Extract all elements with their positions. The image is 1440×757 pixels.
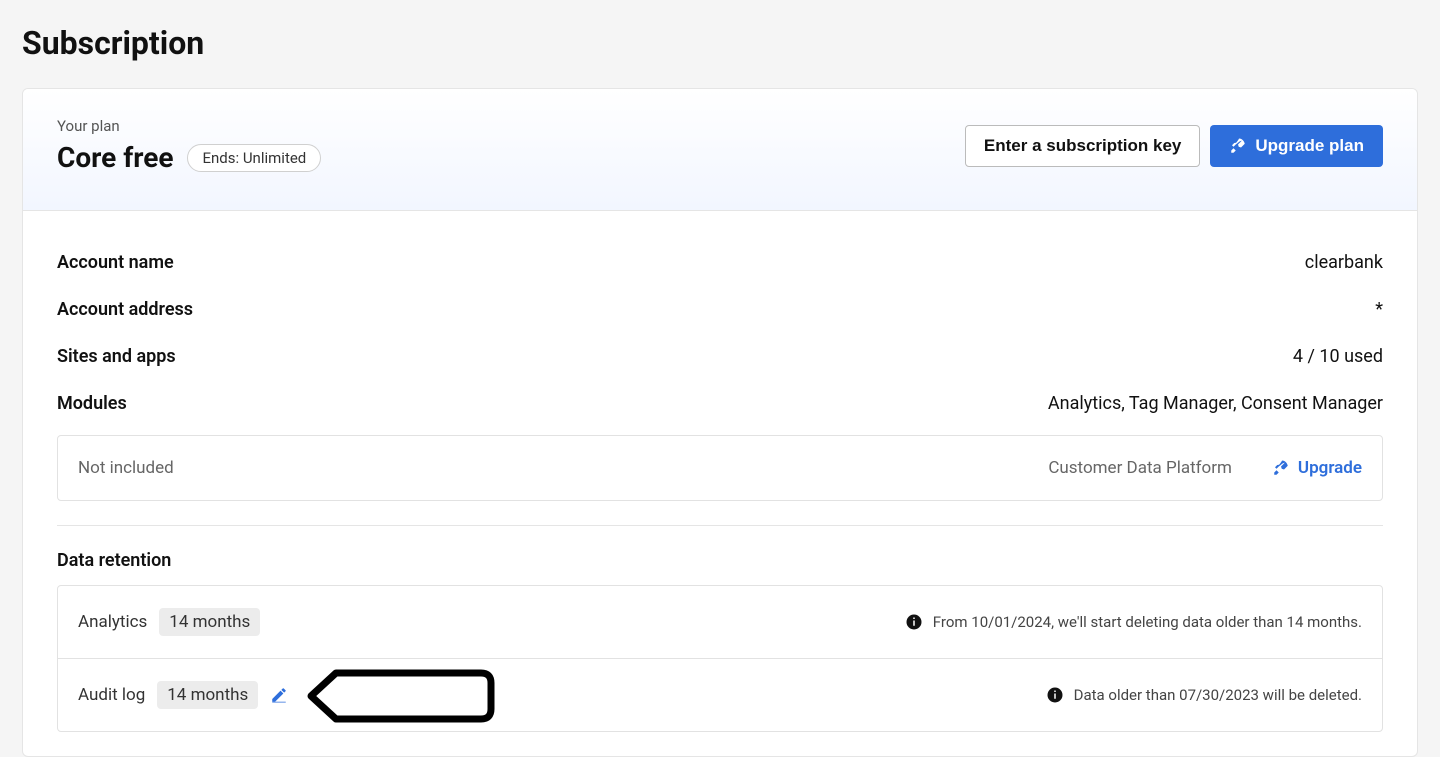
plan-details: Account name clearbank Account address *… xyxy=(23,211,1417,756)
info-icon xyxy=(905,613,923,631)
label: Modules xyxy=(57,393,127,414)
value: clearbank xyxy=(1305,252,1383,273)
not-included-module: Customer Data Platform xyxy=(1048,458,1232,478)
plan-name: Core free xyxy=(57,141,173,174)
label: Sites and apps xyxy=(57,346,176,367)
row-modules: Modules Analytics, Tag Manager, Consent … xyxy=(57,380,1383,427)
button-label: Upgrade plan xyxy=(1255,136,1364,156)
label: Account name xyxy=(57,252,174,273)
plan-header: Your plan Core free Ends: Unlimited Ente… xyxy=(23,89,1417,211)
retention-note: Data older than 07/30/2023 will be delet… xyxy=(1074,686,1362,704)
retention-name: Analytics xyxy=(78,612,147,632)
row-account-address: Account address * xyxy=(57,286,1383,333)
row-sites-apps: Sites and apps 4 / 10 used xyxy=(57,333,1383,380)
retention-value: 14 months xyxy=(159,608,260,636)
retention-row-audit-log: Audit log 14 months Data older than 07/3… xyxy=(58,658,1382,731)
value: Analytics, Tag Manager, Consent Manager xyxy=(1048,393,1383,414)
divider xyxy=(57,525,1383,526)
subscription-card: Your plan Core free Ends: Unlimited Ente… xyxy=(22,88,1418,757)
enter-subscription-key-button[interactable]: Enter a subscription key xyxy=(965,125,1200,167)
plan-summary: Your plan Core free Ends: Unlimited xyxy=(57,117,321,174)
rocket-icon xyxy=(1272,459,1290,477)
page-title: Subscription xyxy=(0,0,1440,88)
not-included-label: Not included xyxy=(78,458,174,478)
info-icon xyxy=(1046,686,1064,704)
plan-eyebrow: Your plan xyxy=(57,117,321,135)
label: Account address xyxy=(57,299,193,320)
retention-box: Analytics 14 months From 10/01/2024, we'… xyxy=(57,585,1383,732)
value: * xyxy=(1375,299,1383,320)
retention-note: From 10/01/2024, we'll start deleting da… xyxy=(933,613,1362,631)
plan-ends-badge: Ends: Unlimited xyxy=(187,144,321,172)
row-account-name: Account name clearbank xyxy=(57,239,1383,286)
retention-value: 14 months xyxy=(157,681,258,709)
data-retention-heading: Data retention xyxy=(57,550,1383,571)
button-label: Enter a subscription key xyxy=(984,136,1181,156)
upgrade-link[interactable]: Upgrade xyxy=(1272,458,1362,478)
link-label: Upgrade xyxy=(1298,458,1362,478)
rocket-icon xyxy=(1229,137,1247,155)
upgrade-plan-button[interactable]: Upgrade plan xyxy=(1210,125,1383,167)
retention-name: Audit log xyxy=(78,685,145,705)
value: 4 / 10 used xyxy=(1293,346,1383,367)
edit-icon[interactable] xyxy=(270,686,288,704)
retention-row-analytics: Analytics 14 months From 10/01/2024, we'… xyxy=(58,586,1382,658)
not-included-box: Not included Customer Data Platform Upgr… xyxy=(57,435,1383,501)
